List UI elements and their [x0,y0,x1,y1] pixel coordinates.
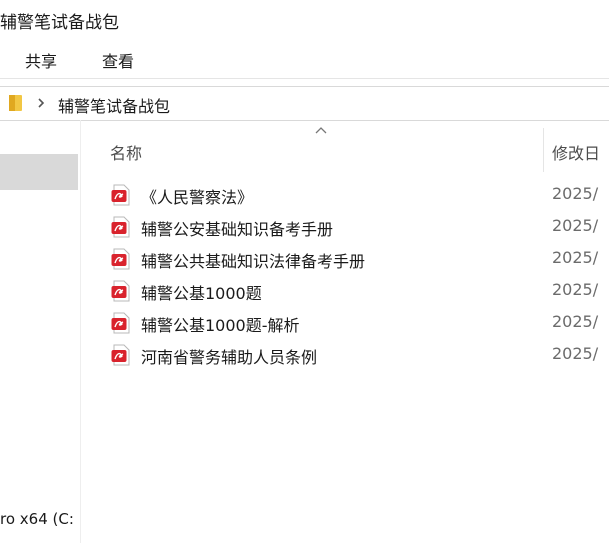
window-title: 辅警笔试备战包 [0,13,119,33]
title-bar: 辅警笔试备战包 [0,0,609,38]
file-name: 《人民警察法》 [141,188,254,207]
file-row[interactable]: 辅警公安基础知识备考手册 2025/ [100,211,609,243]
address-bar[interactable]: 辅警笔试备战包 [0,86,609,121]
breadcrumb-current-folder[interactable]: 辅警笔试备战包 [58,93,170,117]
file-name: 辅警公共基础知识法律备考手册 [141,252,366,271]
file-date: 2025/ [552,312,599,331]
chevron-right-icon[interactable] [36,97,46,109]
file-row[interactable]: 辅警公共基础知识法律备考手册 2025/ [100,243,609,275]
pdf-icon [111,184,130,206]
navigation-pane: ro x64 (C: [0,120,81,543]
tab-share[interactable]: 共享 [25,48,57,72]
file-date: 2025/ [552,280,599,299]
pdf-icon [111,344,130,366]
column-divider[interactable] [543,128,544,172]
folder-icon [9,95,22,111]
file-row[interactable]: 《人民警察法》 2025/ [100,179,609,211]
nav-item-drive[interactable]: ro x64 (C: [0,510,74,528]
file-name: 河南省警务辅助人员条例 [141,348,318,367]
file-name: 辅警公安基础知识备考手册 [141,220,334,239]
pdf-icon [111,216,130,238]
pdf-icon [111,280,130,302]
file-date: 2025/ [552,216,599,235]
file-name: 辅警公基1000题-解析 [141,316,300,335]
nav-item-selected[interactable] [0,154,78,190]
file-row[interactable]: 辅警公基1000题-解析 2025/ [100,307,609,339]
file-date: 2025/ [552,248,599,267]
column-header-name[interactable]: 名称 [110,140,142,164]
tab-view[interactable]: 查看 [102,48,134,72]
sort-ascending-icon [315,127,327,134]
column-header-modified[interactable]: 修改日 [552,140,600,164]
file-row[interactable]: 辅警公基1000题 2025/ [100,275,609,307]
file-list: 《人民警察法》 2025/ 辅警公安基础知识备考手册 2025/ 辅警公共基础知… [100,179,609,371]
file-date: 2025/ [552,344,599,363]
file-date: 2025/ [552,184,599,203]
pdf-icon [111,312,130,334]
pdf-icon [111,248,130,270]
file-row[interactable]: 河南省警务辅助人员条例 2025/ [100,339,609,371]
file-name: 辅警公基1000题 [141,284,262,303]
ribbon-bar: 共享 查看 [0,38,609,79]
file-explorer-window: 辅警笔试备战包 共享 查看 辅警笔试备战包 ro x64 (C: 名称 修改日 [0,0,609,543]
